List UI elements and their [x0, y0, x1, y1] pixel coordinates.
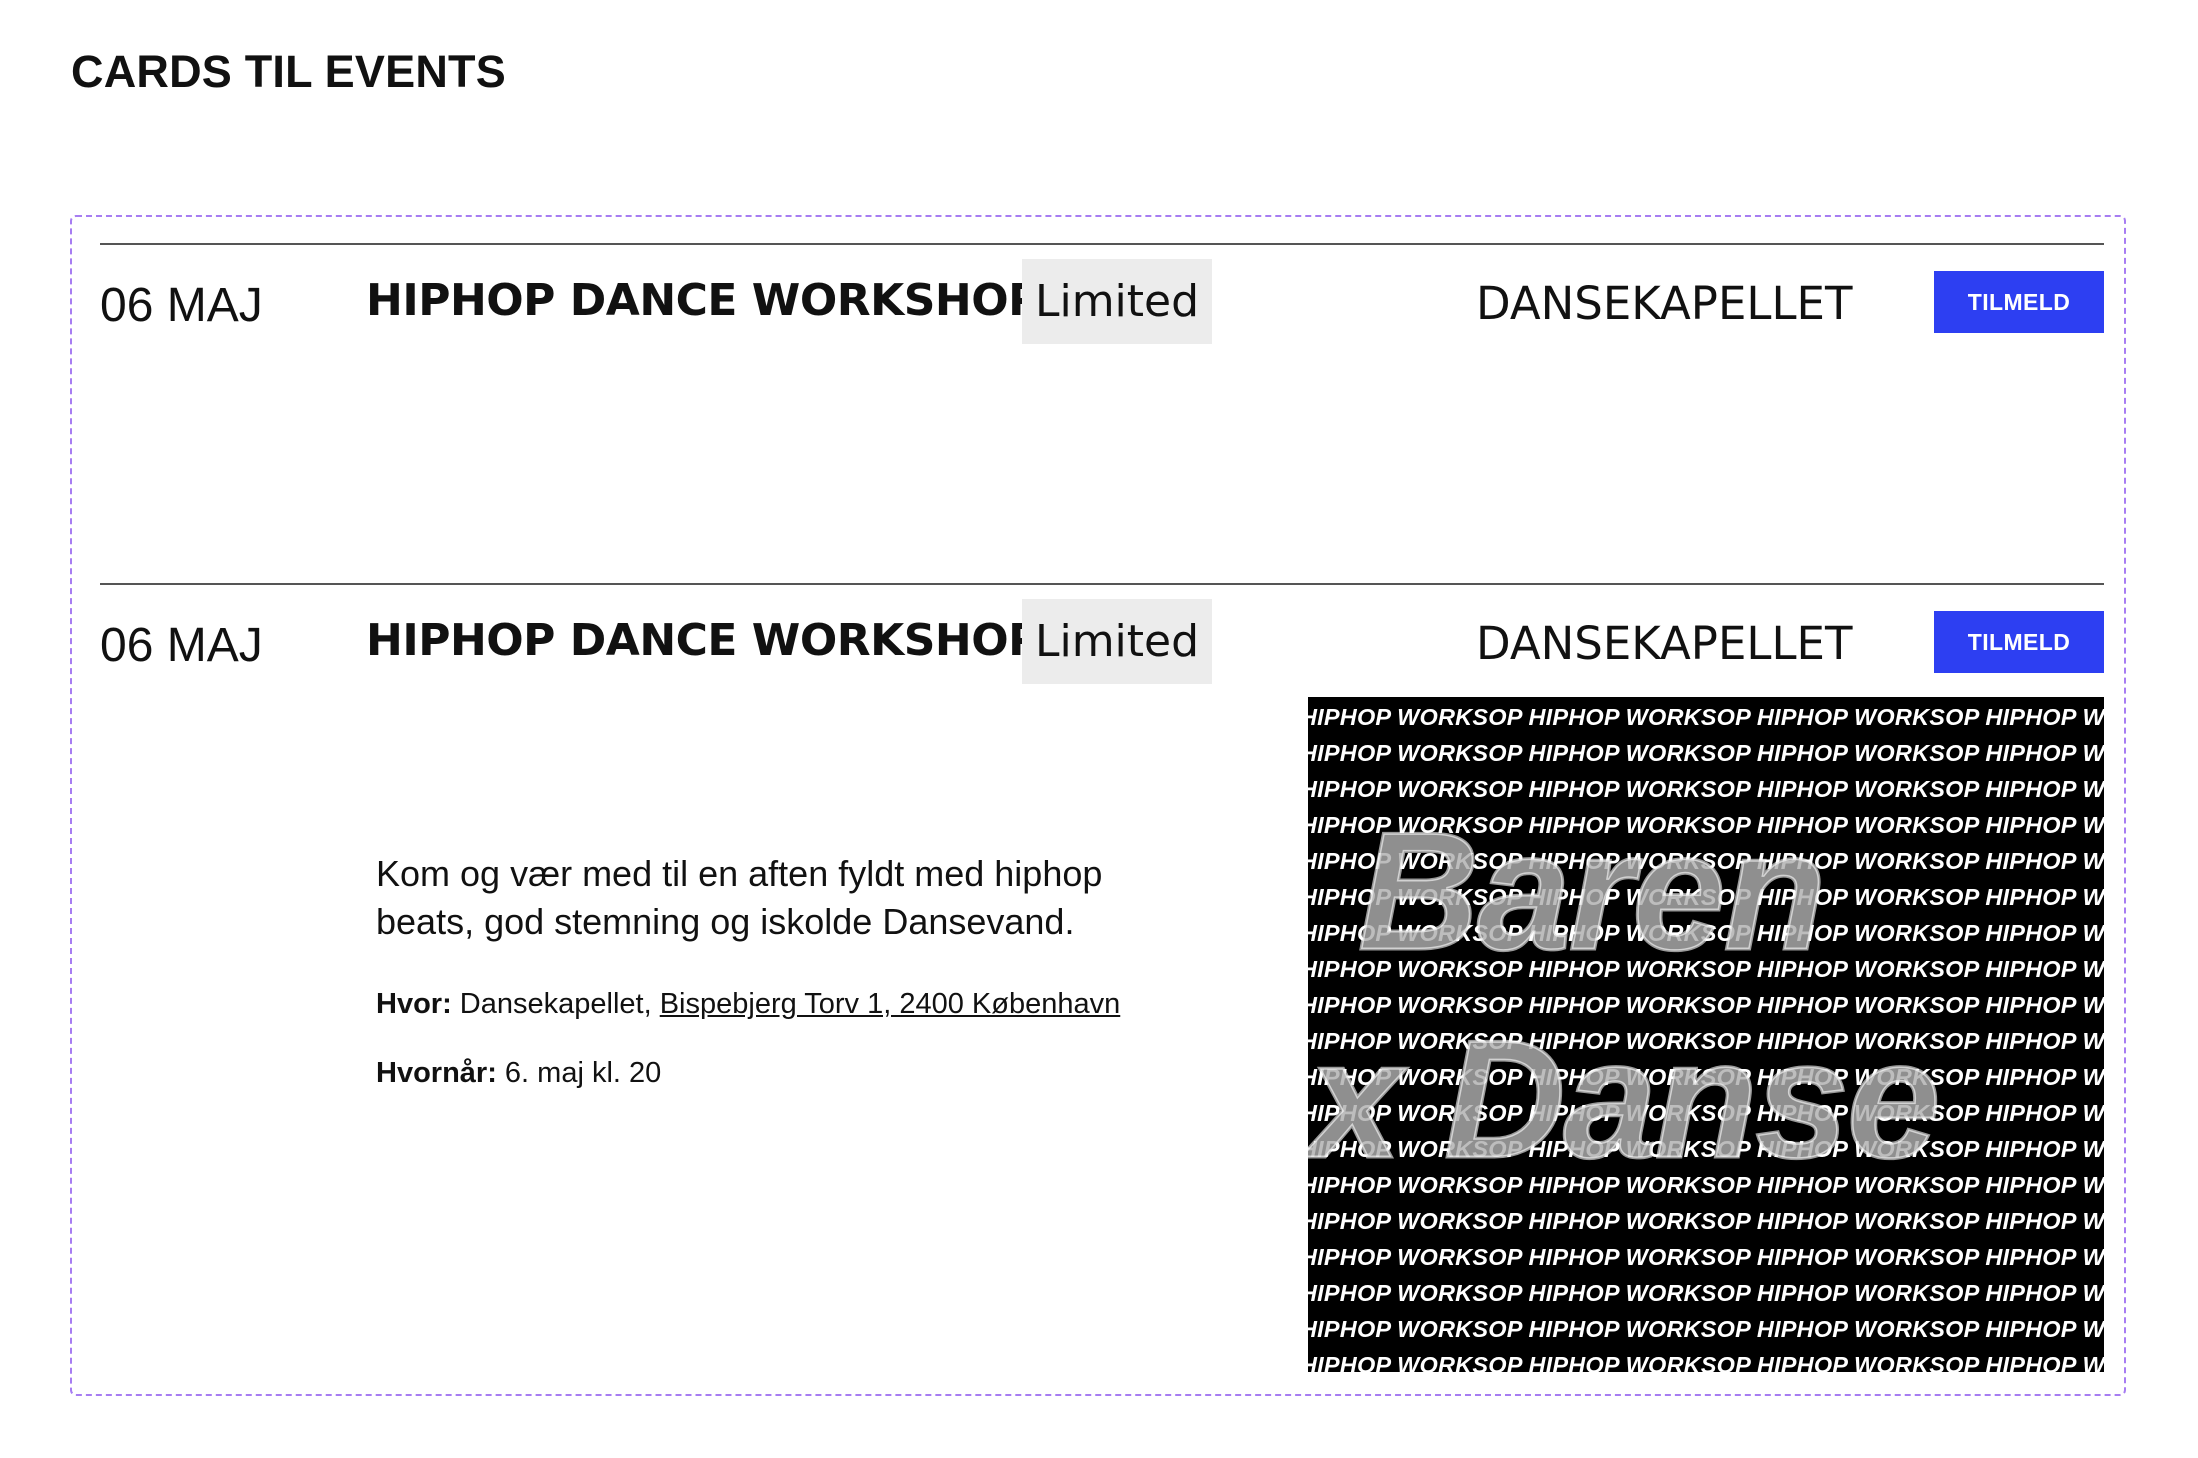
signup-button[interactable]: TILMELD: [1934, 611, 2104, 673]
event-details: Kom og vær med til en aften fyldt med hi…: [376, 850, 1136, 1092]
poster-headline-line2: x Danse: [1308, 1005, 1942, 1193]
where-label: Hvor:: [376, 988, 452, 1020]
poster-pattern-row: HIPHOP WORKSOP HIPHOP WORKSOP HIPHOP WOR…: [1308, 1280, 2104, 1306]
event-date: 06 MAJ: [100, 279, 263, 332]
limited-badge: Limited: [1022, 599, 1212, 684]
poster-pattern-row: HIPHOP WORKSOP HIPHOP WORKSOP HIPHOP WOR…: [1308, 1352, 2104, 1372]
when-label: Hvornår:: [376, 1057, 497, 1089]
event-title: HIPHOP DANCE WORKSHOP: [366, 615, 1040, 666]
poster-pattern-row: HIPHOP WORKSOP HIPHOP WORKSOP HIPHOP WOR…: [1308, 1244, 2104, 1270]
page-title: CARDS TIL EVENTS: [71, 46, 506, 97]
page: CARDS TIL EVENTS 06 MAJ HIPHOP DANCE WOR…: [0, 0, 2198, 1458]
event-venue: DANSEKAPELLET: [1476, 617, 1853, 670]
poster-pattern-row: HIPHOP WORKSOP HIPHOP WORKSOP HIPHOP WOR…: [1308, 1208, 2104, 1234]
where-venue: Dansekapellet,: [459, 988, 652, 1020]
signup-button[interactable]: TILMELD: [1934, 271, 2104, 333]
event-venue: DANSEKAPELLET: [1476, 277, 1853, 330]
event-poster-image: HIPHOP WORKSOP HIPHOP WORKSOP HIPHOP WOR…: [1308, 697, 2104, 1372]
poster-pattern-row: HIPHOP WORKSOP HIPHOP WORKSOP HIPHOP WOR…: [1308, 1316, 2104, 1342]
poster-headline-line1: Baren: [1356, 797, 1827, 985]
event-location: Hvor: Dansekapellet, Bispebjerg Torv 1, …: [376, 986, 1136, 1023]
address-link[interactable]: Bispebjerg Torv 1, 2400 København: [660, 988, 1121, 1020]
limited-badge: Limited: [1022, 259, 1212, 344]
when-value: 6. maj kl. 20: [504, 1057, 662, 1089]
event-date: 06 MAJ: [100, 619, 263, 672]
poster-pattern-row: HIPHOP WORKSOP HIPHOP WORKSOP HIPHOP WOR…: [1308, 740, 2104, 766]
poster-pattern-row: HIPHOP WORKSOP HIPHOP WORKSOP HIPHOP WOR…: [1308, 704, 2104, 730]
event-title: HIPHOP DANCE WORKSHOP: [366, 275, 1040, 326]
event-card[interactable]: 06 MAJ HIPHOP DANCE WORKSHOP Limited DAN…: [100, 243, 2104, 583]
event-card-expanded[interactable]: 06 MAJ HIPHOP DANCE WORKSHOP Limited DAN…: [100, 583, 2104, 1373]
event-time: Hvornår: 6. maj kl. 20: [376, 1055, 1136, 1092]
event-description: Kom og vær med til en aften fyldt med hi…: [376, 853, 1103, 942]
